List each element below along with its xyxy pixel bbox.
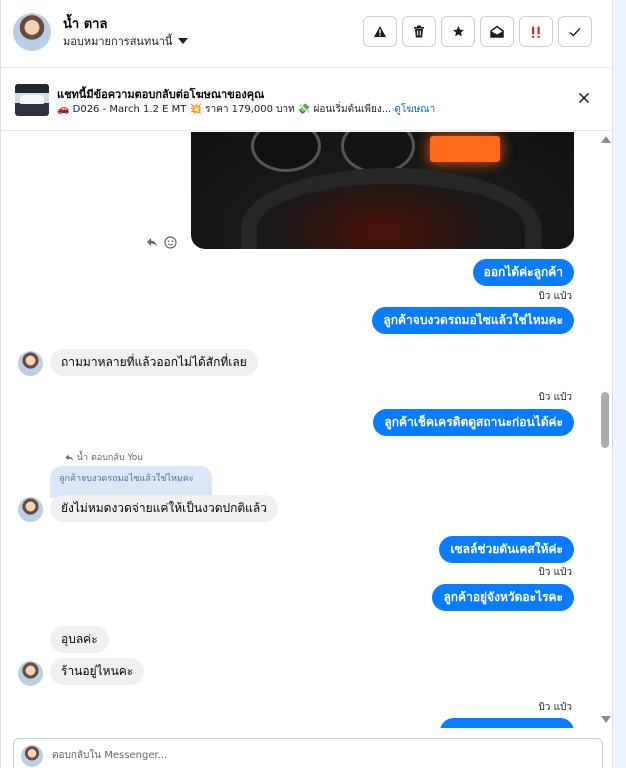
warning-button[interactable] <box>363 16 397 47</box>
conversation-panel: น้ำ ตาล มอบหมายการสนทนานี้ แชทนี้มีข้อคว… <box>0 0 613 768</box>
seen-indicator: บิว แป๋ว <box>538 291 572 302</box>
conversation-header: น้ำ ตาล มอบหมายการสนทนานี้ <box>1 0 612 68</box>
outgoing-message[interactable]: เซลล์ช่วยดันเคสให้ค่ะ <box>439 536 574 563</box>
reply-composer <box>13 738 603 768</box>
photo-display <box>430 136 500 162</box>
warning-icon <box>374 26 386 37</box>
outgoing-message[interactable]: ลูกค้าเช็คเครดิตดูสถานะก่อนได้ค่ะ <box>373 409 574 436</box>
image-attachment[interactable] <box>191 132 574 249</box>
contact-avatar[interactable] <box>18 661 43 686</box>
contact-avatar[interactable] <box>18 351 43 376</box>
photo-actions <box>146 236 177 249</box>
incoming-message[interactable]: ยังไม่หมดงวดจ่ายแค่ให้เป็นงวดปกติแล้ว <box>50 495 278 522</box>
contact-name[interactable]: น้ำ ตาล <box>63 13 107 34</box>
caret-down-icon <box>178 38 189 44</box>
assign-label: มอบหมายการสนทนานี้ <box>63 35 173 48</box>
outgoing-message[interactable]: ลูกค้าอยู่จังหวัดอะไรคะ <box>432 584 574 611</box>
close-banner-button[interactable] <box>576 90 592 106</box>
outgoing-message[interactable]: ออกได้ค่ะลูกค้า <box>472 259 574 286</box>
star-icon <box>452 26 464 37</box>
outgoing-message[interactable]: ลูกค้าจบงวดรถมอไซแล้วใช่ไหมคะ <box>372 307 574 334</box>
photo-steering-wheel <box>241 168 541 249</box>
trash-icon <box>414 25 424 38</box>
assign-conversation-dropdown[interactable]: มอบหมายการสนทนานี้ <box>63 32 189 50</box>
delete-button[interactable] <box>402 16 436 47</box>
page-avatar <box>21 745 43 767</box>
quoted-message[interactable]: ลูกค้าจบงวดรถมอไซแล้วใช่ไหมคะ <box>50 466 212 498</box>
conversation-actions <box>363 16 592 47</box>
ad-reply-banner: แชทนี้มีข้อความตอบกลับต่อโฆษณาของคุณ 🚗 D… <box>1 69 612 131</box>
ad-description: 🚗 D026 - March 1.2 E MT 💥 ราคา 179,000 บ… <box>57 104 392 115</box>
outgoing-message-partial[interactable] <box>440 718 574 728</box>
spam-button[interactable] <box>519 16 553 47</box>
reply-icon[interactable] <box>146 237 158 248</box>
scroll-down-arrow-icon[interactable] <box>601 716 611 723</box>
incoming-message[interactable]: ถามมาหลายที่แล้วออกไม่ได้สักที่เลย <box>50 349 258 376</box>
close-icon <box>578 92 590 104</box>
mark-unread-button[interactable] <box>480 16 514 47</box>
message-scrollbar[interactable] <box>599 132 611 728</box>
contact-avatar[interactable] <box>18 497 43 522</box>
reply-context: น้ำ ตอบกลับ You <box>65 450 143 464</box>
spam-icon <box>532 26 540 38</box>
view-ad-link[interactable]: ดูโฆษณา <box>394 104 435 115</box>
incoming-message[interactable]: อุบลค่ะ <box>50 626 109 653</box>
scroll-up-arrow-icon[interactable] <box>601 136 611 143</box>
photo-tachometer <box>251 132 321 172</box>
banner-title: แชทนี้มีข้อความตอบกลับต่อโฆษณาของคุณ <box>57 88 265 101</box>
incoming-message[interactable]: ร้านอยู่ไหนคะ <box>50 658 145 685</box>
seen-indicator: บิว แป๋ว <box>538 392 572 403</box>
star-button[interactable] <box>441 16 475 47</box>
background-edge <box>613 0 626 768</box>
ad-thumbnail[interactable] <box>15 84 49 116</box>
seen-indicator: บิว แป๋ว <box>538 702 572 713</box>
mark-unread-icon <box>490 25 504 38</box>
mark-done-button[interactable] <box>558 16 592 47</box>
contact-avatar[interactable] <box>13 13 51 51</box>
scrollbar-thumb[interactable] <box>601 392 609 448</box>
emoji-react-icon[interactable] <box>164 236 177 249</box>
message-thread[interactable]: ออกได้ค่ะลูกค้า บิว แป๋ว ลูกค้าจบงวดรถมอ… <box>1 132 612 728</box>
banner-subtitle: 🚗 D026 - March 1.2 E MT 💥 ราคา 179,000 บ… <box>57 102 435 117</box>
reply-context-label: น้ำ ตอบกลับ You <box>76 453 143 463</box>
reply-arrow-icon <box>65 454 74 461</box>
seen-indicator: บิว แป๋ว <box>538 567 572 578</box>
reply-input[interactable] <box>52 745 552 765</box>
checkmark-icon <box>569 27 581 36</box>
